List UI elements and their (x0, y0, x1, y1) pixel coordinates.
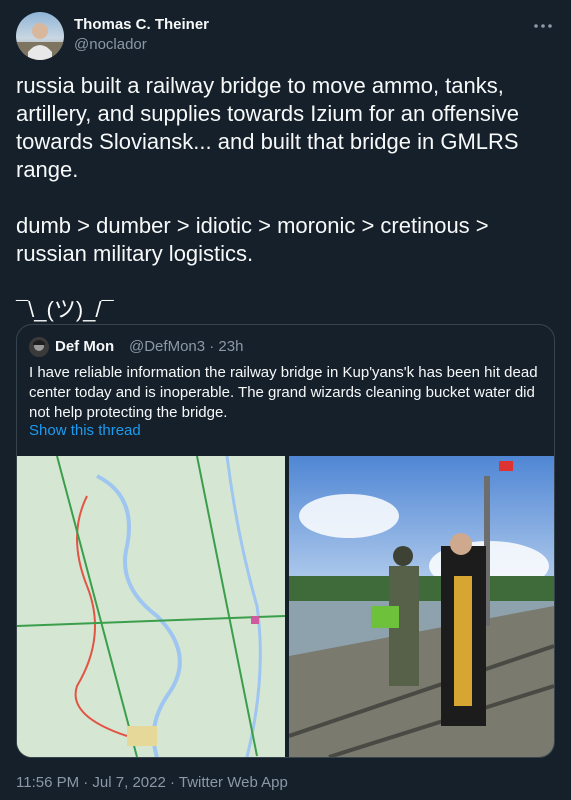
priest-blessing-photo[interactable] (289, 456, 554, 757)
tweet-header: Thomas C. Theiner @noclador (16, 12, 555, 62)
quoted-media (17, 456, 554, 757)
map-image[interactable] (17, 456, 285, 757)
tweet-text: russia built a railway bridge to move am… (16, 73, 519, 322)
quoted-handle-time: @DefMon3 · 23h (129, 338, 244, 355)
show-thread-link[interactable]: Show this thread (29, 422, 141, 439)
quoted-author-name[interactable]: Def Mon (55, 338, 114, 355)
quoted-tweet[interactable]: Def Mon @DefMon3 · 23h I have reliable i… (16, 324, 555, 758)
quoted-author-avatar[interactable] (29, 337, 49, 357)
author-handle[interactable]: @noclador (74, 36, 147, 53)
tweet-timestamp-source[interactable]: 11:56 PM · Jul 7, 2022 · Twitter Web App (16, 774, 288, 791)
author-name[interactable]: Thomas C. Theiner (74, 16, 209, 33)
author-avatar[interactable] (16, 12, 64, 60)
quoted-tweet-text: I have reliable information the railway … (29, 364, 538, 421)
more-horizontal-icon[interactable] (531, 14, 555, 38)
